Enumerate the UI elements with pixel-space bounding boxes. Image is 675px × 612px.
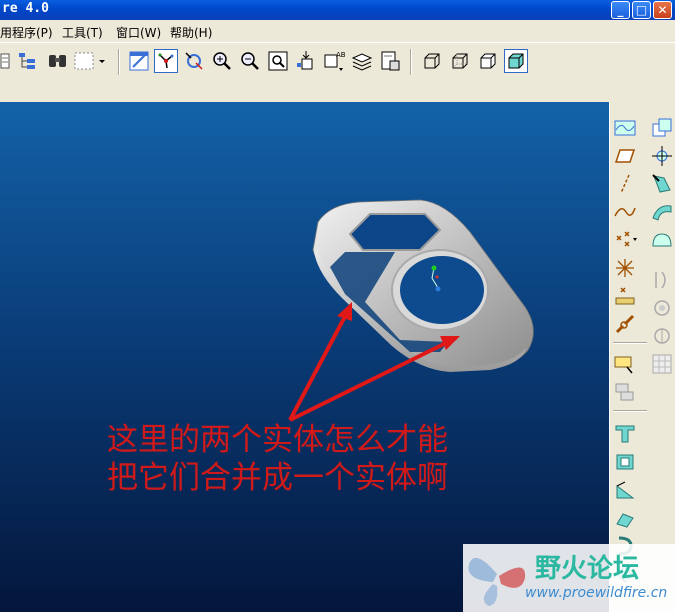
- note-icon[interactable]: [613, 352, 637, 376]
- model-canvas[interactable]: [0, 102, 609, 612]
- layers-icon[interactable]: [350, 49, 374, 73]
- toolbar-separator: [410, 49, 412, 75]
- datum-plane-display-icon[interactable]: [613, 116, 637, 140]
- title-bar: re 4.0 _ □ ✕: [0, 0, 675, 20]
- draft-icon[interactable]: [650, 144, 674, 168]
- chain-icon[interactable]: [613, 312, 637, 336]
- toolbar-separator: [613, 410, 647, 412]
- annotation-line-1: 这里的两个实体怎么才能: [107, 422, 448, 458]
- binoculars-icon[interactable]: [46, 49, 70, 73]
- sweep-icon[interactable]: [613, 478, 637, 502]
- round-icon[interactable]: [650, 172, 674, 196]
- orient-icon[interactable]: [182, 49, 206, 73]
- shading-icon[interactable]: [504, 49, 528, 73]
- selection-box-icon[interactable]: [72, 49, 96, 73]
- toolbar-separator: [118, 49, 120, 75]
- analysis-icon[interactable]: [613, 284, 637, 308]
- feature-toolbar: [609, 102, 675, 612]
- main-toolbar: AB: [0, 42, 675, 82]
- menu-tools[interactable]: 工具(T): [62, 24, 103, 41]
- toolbar-gap: [0, 81, 675, 102]
- forum-watermark: 野火论坛 www.proewildfire.cn: [463, 544, 675, 612]
- close-button[interactable]: ✕: [653, 1, 672, 19]
- view-manager-icon[interactable]: [378, 49, 402, 73]
- copy-icon[interactable]: [613, 380, 637, 404]
- menu-applications[interactable]: 用程序(P): [0, 24, 53, 41]
- menu-help[interactable]: 帮助(H): [170, 24, 212, 41]
- revolve-icon[interactable]: [613, 450, 637, 474]
- watermark-name: 野火论坛: [535, 554, 640, 584]
- wireframe-icon[interactable]: [420, 49, 444, 73]
- mirror-icon[interactable]: [650, 268, 674, 292]
- no-hidden-icon[interactable]: [476, 49, 500, 73]
- graphics-viewport[interactable]: [0, 102, 609, 612]
- minimize-button[interactable]: _: [611, 1, 630, 19]
- menu-window[interactable]: 窗口(W): [116, 24, 161, 41]
- solid-part[interactable]: [312, 199, 534, 372]
- plane-icon[interactable]: [613, 144, 637, 168]
- annotation-text: 这里的两个实体怎么才能 把它们合并成一个实体啊: [107, 421, 448, 497]
- grid-icon[interactable]: [650, 352, 674, 376]
- csys-icon[interactable]: [613, 256, 637, 280]
- pattern-icon[interactable]: [650, 228, 674, 252]
- repaint-icon[interactable]: [127, 49, 151, 73]
- axis-icon[interactable]: [613, 172, 637, 196]
- hidden-line-icon[interactable]: [448, 49, 472, 73]
- blend-icon[interactable]: [613, 506, 637, 530]
- spin-center-icon[interactable]: [154, 49, 178, 73]
- trim-icon[interactable]: [650, 324, 674, 348]
- zoom-in-icon[interactable]: [210, 49, 234, 73]
- chamfer-icon[interactable]: [650, 200, 674, 224]
- menu-bar: 用程序(P) 工具(T) 窗口(W) 帮助(H): [0, 20, 675, 42]
- svg-text:AB: AB: [336, 51, 346, 59]
- curve-icon[interactable]: [613, 200, 637, 224]
- maximize-button[interactable]: □: [632, 1, 651, 19]
- annotation-line-2: 把它们合并成一个实体啊: [107, 460, 448, 496]
- refit-icon[interactable]: [266, 49, 290, 73]
- toolbar-separator: [613, 342, 647, 344]
- rib-icon[interactable]: [650, 116, 674, 140]
- window-title: re 4.0: [2, 1, 49, 16]
- dropdown-arrow-icon[interactable]: [96, 49, 108, 73]
- reorient-icon[interactable]: [294, 49, 318, 73]
- butterfly-logo-icon: [468, 557, 526, 606]
- watermark-url: www.proewildfire.cn: [525, 585, 668, 601]
- point-icon[interactable]: [613, 228, 637, 252]
- extrude-icon[interactable]: [613, 422, 637, 446]
- saved-views-icon[interactable]: AB: [322, 49, 346, 73]
- zoom-out-icon[interactable]: [238, 49, 262, 73]
- tree-icon[interactable]: [16, 49, 40, 73]
- merge-icon[interactable]: [650, 296, 674, 320]
